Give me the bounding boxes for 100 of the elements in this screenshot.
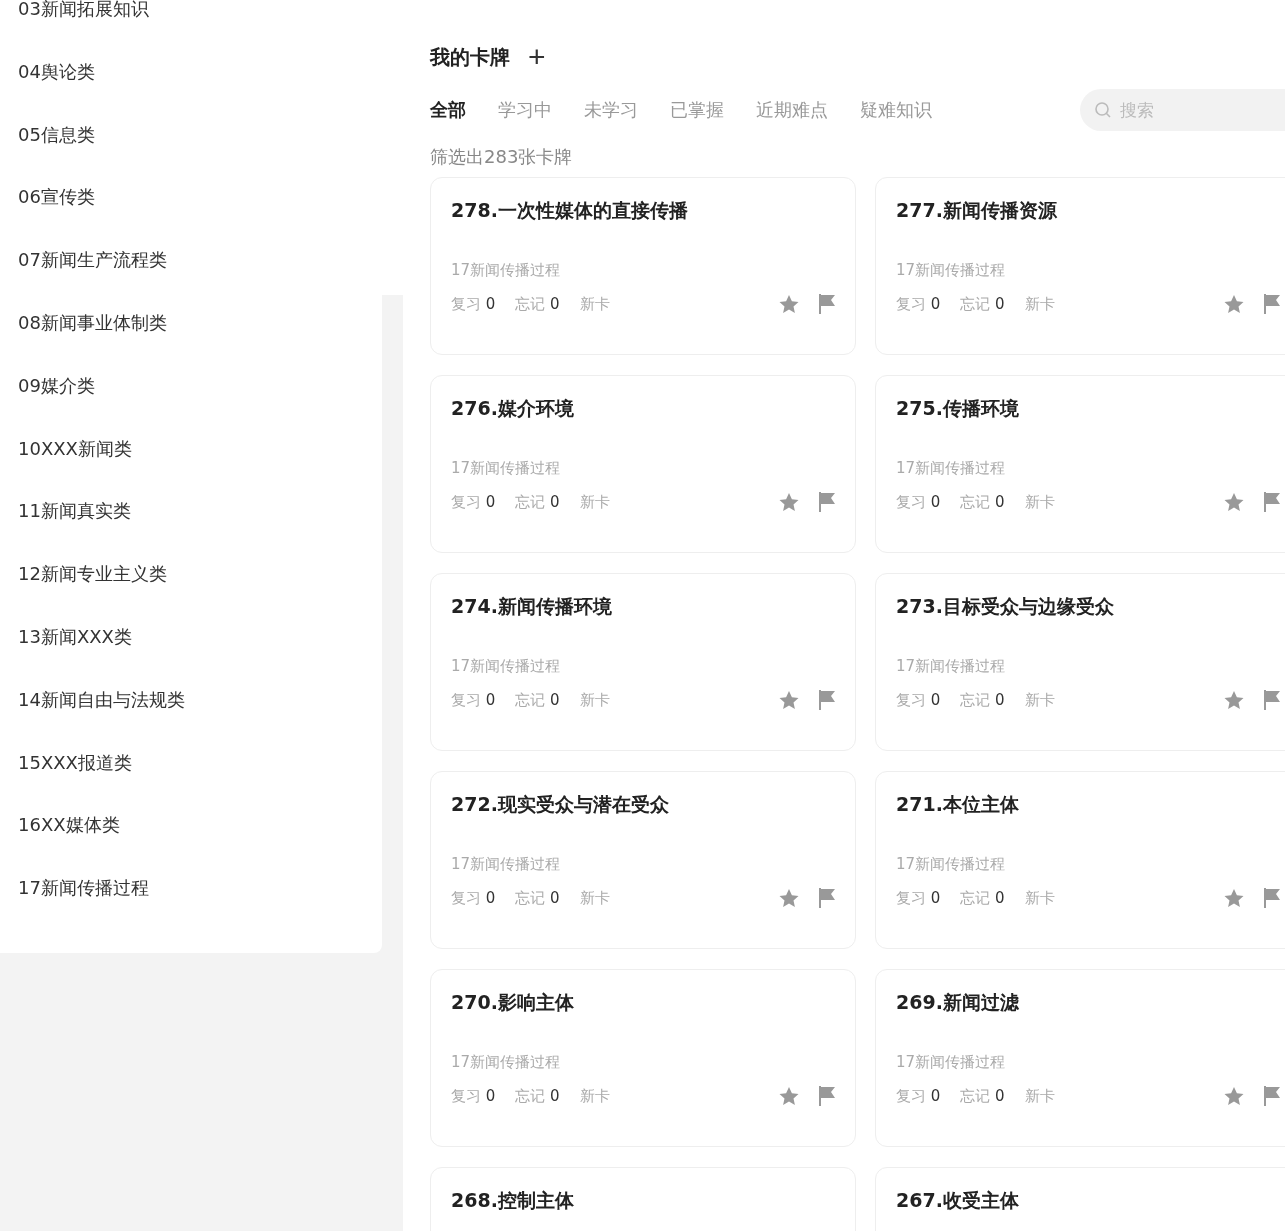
card-status: 新卡 [579,492,610,512]
card-category: 17新闻传播过程 [896,261,1007,280]
card-title: 269.新闻过滤 [896,990,1020,1015]
card-status: 新卡 [1024,492,1055,512]
card-category: 17新闻传播过程 [896,855,1007,874]
sidebar-item[interactable]: 05信息类 [0,122,382,188]
flashcard[interactable]: 270.影响主体 17新闻传播过程 复习 0 忘记 0 新卡 [430,969,856,1147]
star-icon[interactable] [1224,492,1244,512]
review-stat: 复习 0 [896,1086,941,1106]
forget-stat: 忘记 0 [960,1086,1005,1106]
star-icon[interactable] [779,690,799,710]
flag-icon[interactable] [1264,888,1280,908]
card-status: 新卡 [1024,888,1055,908]
flashcard[interactable]: 271.本位主体 17新闻传播过程 复习 0 忘记 0 新卡 [875,771,1285,949]
card-title: 277.新闻传播资源 [896,198,1058,223]
card-status: 新卡 [579,690,610,710]
review-stat: 复习 0 [451,1086,496,1106]
sidebar-item[interactable]: 06宣传类 [0,185,382,251]
forget-stat: 忘记 0 [515,888,560,908]
review-stat: 复习 0 [451,690,496,710]
add-button[interactable]: + [528,42,546,72]
flag-icon[interactable] [819,888,835,908]
card-category: 17新闻传播过程 [896,657,1007,676]
sidebar-item[interactable]: 15XXX报道类 [0,750,382,816]
review-stat: 复习 0 [451,294,496,314]
flashcard[interactable]: 267.收受主体 [875,1167,1285,1231]
card-title: 271.本位主体 [896,792,1020,817]
flag-icon[interactable] [819,690,835,710]
card-title: 275.传播环境 [896,396,1020,421]
card-status: 新卡 [579,888,610,908]
card-title: 278.一次性媒体的直接传播 [451,198,689,223]
flag-icon[interactable] [1264,294,1280,314]
filter-tab[interactable]: 全部 [430,98,466,122]
sidebar-item[interactable]: 11新闻真实类 [0,499,382,565]
card-status: 新卡 [1024,690,1055,710]
sidebar-item[interactable]: 10XXX新闻类 [0,436,382,502]
flag-icon[interactable] [1264,492,1280,512]
card-title: 276.媒介环境 [451,396,575,421]
flashcard[interactable]: 275.传播环境 17新闻传播过程 复习 0 忘记 0 新卡 [875,375,1285,553]
flashcard[interactable]: 273.目标受众与边缘受众 17新闻传播过程 复习 0 忘记 0 新卡 [875,573,1285,751]
flag-icon[interactable] [819,492,835,512]
flashcard[interactable]: 277.新闻传播资源 17新闻传播过程 复习 0 忘记 0 新卡 [875,177,1285,355]
sidebar-item[interactable]: 07新闻生产流程类 [0,248,382,313]
card-title: 272.现实受众与潜在受众 [451,792,670,817]
star-icon[interactable] [779,294,799,314]
card-category: 17新闻传播过程 [451,855,562,874]
flashcard[interactable]: 268.控制主体 [430,1167,856,1231]
card-category: 17新闻传播过程 [451,1053,562,1072]
card-category: 17新闻传播过程 [896,459,1007,478]
sidebar-item[interactable]: 17新闻传播过程 [0,876,382,941]
star-icon[interactable] [1224,690,1244,710]
forget-stat: 忘记 0 [960,294,1005,314]
flashcard[interactable]: 278.一次性媒体的直接传播 17新闻传播过程 复习 0 忘记 0 新卡 [430,177,856,355]
star-icon[interactable] [779,1086,799,1106]
card-status: 新卡 [579,1086,610,1106]
card-title: 267.收受主体 [896,1188,1020,1213]
card-status: 新卡 [1024,1086,1055,1106]
star-icon[interactable] [779,492,799,512]
forget-stat: 忘记 0 [515,690,560,710]
sidebar-item[interactable]: 16XX媒体类 [0,813,382,879]
review-stat: 复习 0 [896,294,941,314]
forget-stat: 忘记 0 [515,492,560,512]
sidebar-item[interactable]: 04舆论类 [0,59,382,125]
forget-stat: 忘记 0 [515,1086,560,1106]
forget-stat: 忘记 0 [960,492,1005,512]
flag-icon[interactable] [1264,1086,1280,1106]
review-stat: 复习 0 [451,888,496,908]
card-category: 17新闻传播过程 [451,657,562,676]
forget-stat: 忘记 0 [960,888,1005,908]
review-stat: 复习 0 [896,492,941,512]
card-category: 17新闻传播过程 [451,261,562,280]
review-stat: 复习 0 [896,690,941,710]
star-icon[interactable] [1224,1086,1244,1106]
flag-icon[interactable] [819,1086,835,1106]
sidebar-item[interactable]: 13新闻XXX类 [0,624,382,690]
sidebar-item[interactable]: 14新闻自由与法规类 [0,687,382,753]
sidebar-item[interactable]: 12新闻专业主义类 [0,562,382,627]
forget-stat: 忘记 0 [960,690,1005,710]
flashcard[interactable]: 274.新闻传播环境 17新闻传播过程 复习 0 忘记 0 新卡 [430,573,856,751]
sidebar-item[interactable]: 03新闻拓展知识 [0,0,382,62]
flashcard[interactable]: 269.新闻过滤 17新闻传播过程 复习 0 忘记 0 新卡 [875,969,1285,1147]
star-icon[interactable] [1224,888,1244,908]
flag-icon[interactable] [819,294,835,314]
sidebar-item[interactable]: 09媒介类 [0,373,382,439]
result-count: 筛选出283张卡牌 [430,145,574,169]
star-icon[interactable] [779,888,799,908]
flashcard[interactable]: 276.媒介环境 17新闻传播过程 复习 0 忘记 0 新卡 [430,375,856,553]
sidebar-item[interactable]: 08新闻事业体制类 [0,311,382,376]
forget-stat: 忘记 0 [515,294,560,314]
search-icon [1094,101,1112,119]
star-icon[interactable] [1224,294,1244,314]
card-title: 274.新闻传播环境 [451,594,613,619]
page-title: 我的卡牌 [430,43,510,71]
card-title: 268.控制主体 [451,1188,575,1213]
card-title: 273.目标受众与边缘受众 [896,594,1115,619]
card-category: 17新闻传播过程 [451,459,562,478]
flag-icon[interactable] [1264,690,1280,710]
flashcard[interactable]: 272.现实受众与潜在受众 17新闻传播过程 复习 0 忘记 0 新卡 [430,771,856,949]
card-category: 17新闻传播过程 [896,1053,1007,1072]
review-stat: 复习 0 [451,492,496,512]
